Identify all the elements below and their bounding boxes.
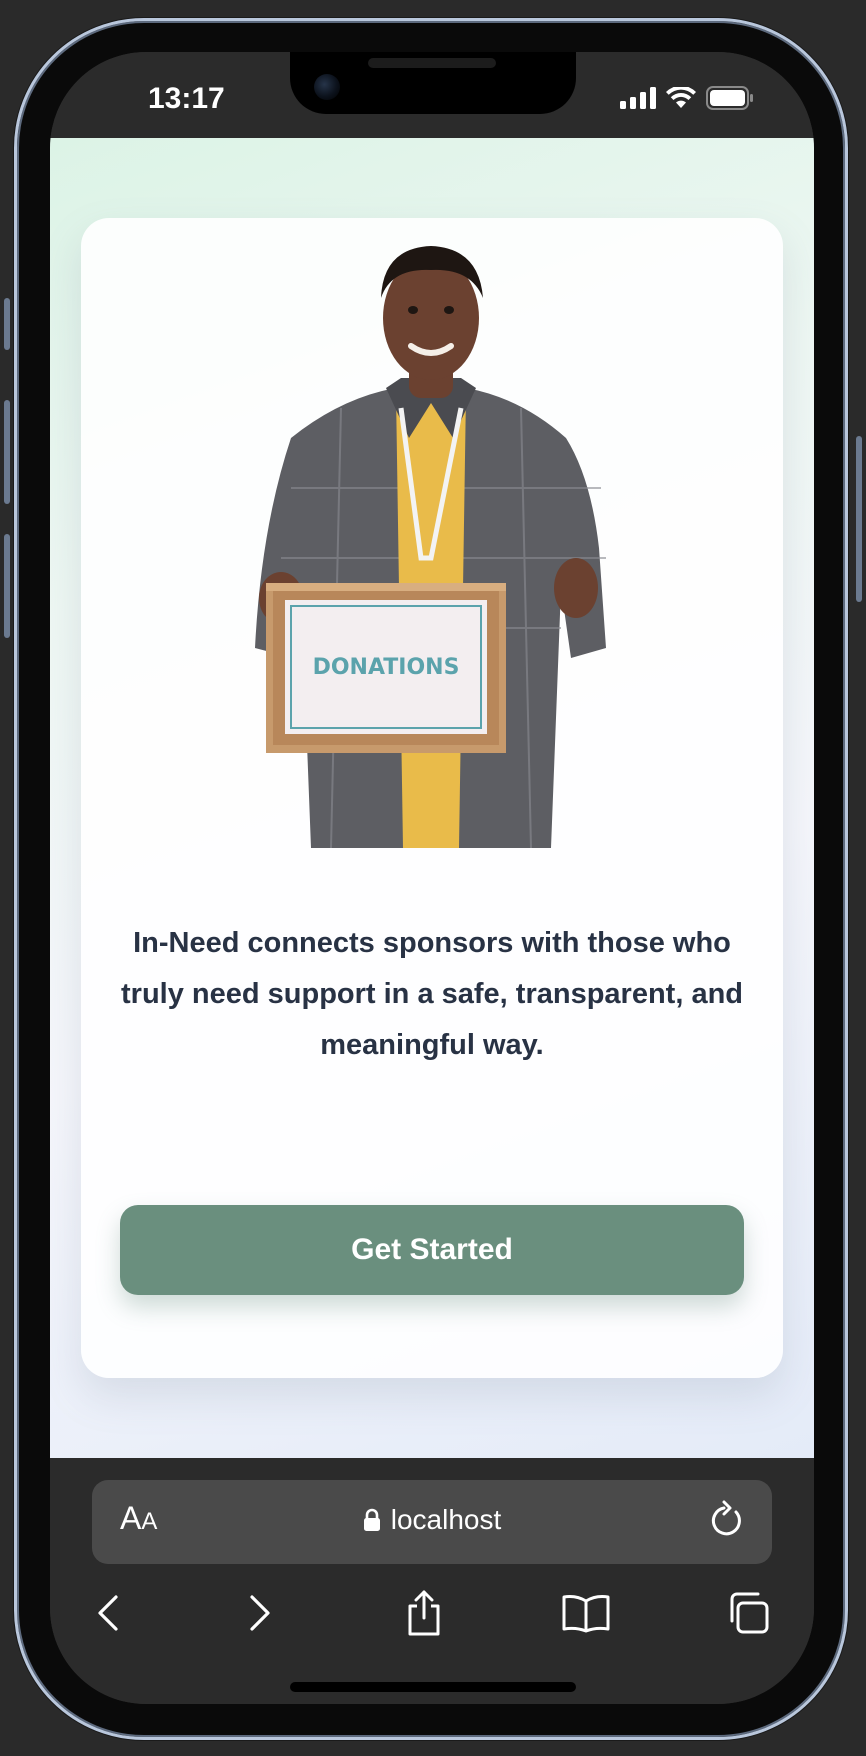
- back-button[interactable]: [78, 1578, 138, 1648]
- status-icons: [620, 86, 754, 110]
- tabs-icon: [730, 1592, 769, 1634]
- speaker-grille: [368, 58, 496, 68]
- battery-icon: [706, 86, 753, 110]
- bookmarks-button[interactable]: [556, 1578, 616, 1648]
- lock-icon: [363, 1508, 380, 1531]
- welcome-card: DONATIONS In-Need connects sponsors with…: [81, 218, 783, 1378]
- volume-up-button: [4, 400, 10, 504]
- power-button: [856, 436, 862, 602]
- cellular-signal-icon: [620, 87, 656, 109]
- share-icon: [408, 1590, 440, 1636]
- box-label-text: DONATIONS: [313, 655, 460, 680]
- wifi-icon: [666, 87, 696, 108]
- silent-switch: [4, 298, 10, 350]
- address-bar[interactable]: AA localhost: [92, 1480, 772, 1564]
- volume-down-button: [4, 534, 10, 638]
- hero-illustration: DONATIONS: [255, 246, 606, 848]
- url-display[interactable]: localhost: [92, 1504, 772, 1536]
- status-time: 13:17: [148, 82, 225, 115]
- device-screen: 13:17 DONATIONS In-Need connects sponsor…: [50, 52, 814, 1704]
- home-indicator: [290, 1682, 576, 1692]
- status-bar: 13:17: [50, 52, 814, 138]
- tabs-button[interactable]: [718, 1578, 778, 1648]
- forward-icon: [250, 1595, 270, 1631]
- get-started-button[interactable]: Get Started: [120, 1205, 744, 1295]
- front-camera: [314, 74, 340, 100]
- bookmarks-icon: [562, 1595, 610, 1633]
- browser-toolbar: [50, 1578, 814, 1658]
- tagline: In-Need connects sponsors with those who…: [121, 927, 744, 1061]
- forward-button[interactable]: [230, 1578, 290, 1648]
- reload-icon[interactable]: [706, 1498, 746, 1542]
- share-button[interactable]: [394, 1578, 454, 1648]
- web-content: DONATIONS In-Need connects sponsors with…: [50, 138, 814, 1458]
- back-icon: [98, 1595, 118, 1631]
- url-text: localhost: [390, 1504, 502, 1535]
- safari-browser-chrome: AA localhost: [50, 1458, 814, 1704]
